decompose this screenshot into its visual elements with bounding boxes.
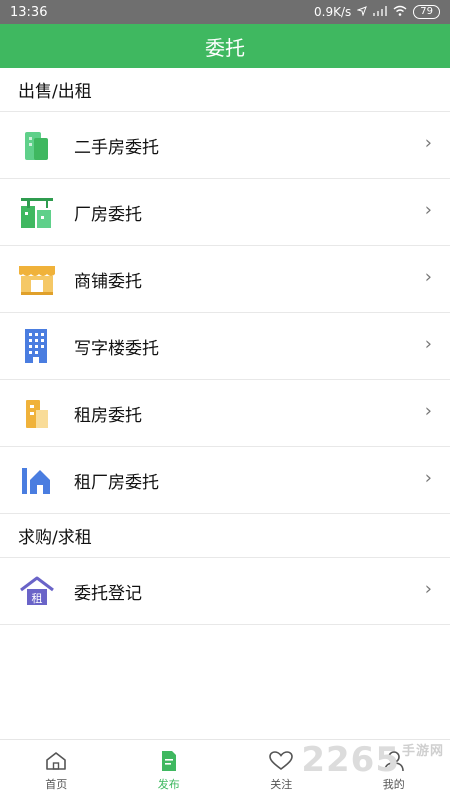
list-item-office[interactable]: 写字楼委托 ›: [0, 313, 450, 380]
list-item-label: 厂房委托: [74, 204, 142, 225]
network-speed: 0.9K/s: [314, 5, 352, 19]
nav-label: 发布: [157, 777, 180, 791]
list-item-factory[interactable]: 厂房委托 ›: [0, 179, 450, 246]
list-item-label: 委托登记: [74, 583, 142, 604]
chevron-right-icon: ›: [424, 400, 432, 422]
location-icon: [356, 5, 368, 19]
office-building-icon: [16, 325, 58, 367]
page-title: 委托: [205, 35, 245, 60]
nav-item-follow[interactable]: 关注: [225, 740, 338, 800]
house-rent-icon: 租: [16, 570, 58, 612]
home-icon: [45, 749, 67, 773]
list-item-label: 商铺委托: [74, 271, 142, 292]
chevron-right-icon: ›: [424, 266, 432, 288]
wifi-icon: [393, 5, 407, 19]
nav-label: 我的: [382, 777, 405, 791]
house-rent-badge: 租: [32, 592, 43, 605]
factory-crane-icon: [16, 191, 58, 233]
status-indicators: 0.9K/s 79: [314, 5, 440, 19]
shop-awning-icon: [16, 258, 58, 300]
status-time: 13:36: [10, 4, 48, 20]
publish-document-icon: [160, 749, 178, 773]
list-item-rental-factory[interactable]: 租厂房委托 ›: [0, 447, 450, 514]
nav-item-mine[interactable]: 我的: [338, 740, 450, 800]
section-header-buy-rent: 求购/求租: [0, 514, 450, 558]
content: 出售/出租 二手房委托 › 厂房委托 › 商铺委托 › 写字楼委托 › 租房委托…: [0, 68, 450, 625]
chevron-right-icon: ›: [424, 333, 432, 355]
list-item-label: 租厂房委托: [74, 472, 159, 493]
nav-label: 关注: [270, 777, 293, 791]
list-item-label: 租房委托: [74, 405, 142, 426]
bottom-nav: 首页 发布 关注 我的: [0, 739, 450, 800]
signal-icon: [373, 5, 388, 19]
list-item-second-hand[interactable]: 二手房委托 ›: [0, 112, 450, 179]
building-icon: [16, 124, 58, 166]
list-item-label: 二手房委托: [74, 137, 159, 158]
battery-indicator: 79: [413, 5, 440, 19]
list-item-shop[interactable]: 商铺委托 ›: [0, 246, 450, 313]
user-icon: [383, 749, 405, 773]
list-item-registration[interactable]: 租 委托登记 ›: [0, 558, 450, 625]
list-item-label: 写字楼委托: [74, 338, 159, 359]
chevron-right-icon: ›: [424, 199, 432, 221]
chevron-right-icon: ›: [424, 467, 432, 489]
status-bar: 13:36 0.9K/s 79: [0, 0, 450, 24]
rental-factory-icon: [16, 459, 58, 501]
app-bar: 委托: [0, 24, 450, 68]
chevron-right-icon: ›: [424, 132, 432, 154]
rental-building-icon: [16, 392, 58, 434]
list-item-rental[interactable]: 租房委托 ›: [0, 380, 450, 447]
nav-label: 首页: [45, 777, 68, 791]
heart-icon: [269, 749, 294, 773]
section-header-sell-rent: 出售/出租: [0, 68, 450, 112]
nav-item-publish[interactable]: 发布: [113, 740, 226, 800]
chevron-right-icon: ›: [424, 578, 432, 600]
nav-item-home[interactable]: 首页: [0, 740, 113, 800]
